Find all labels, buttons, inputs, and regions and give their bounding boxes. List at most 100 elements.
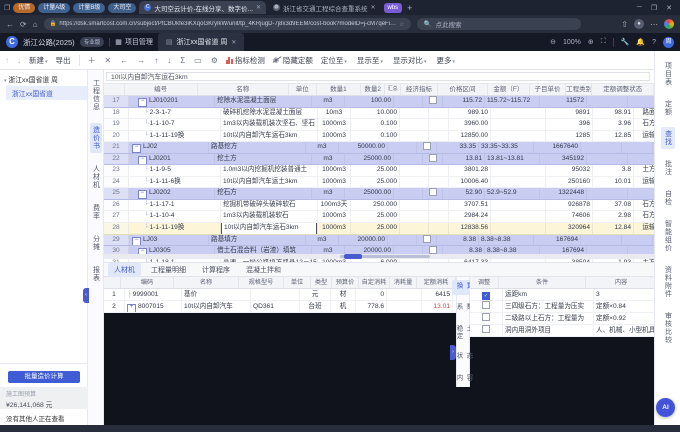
right-tab-批注[interactable]: 批注	[661, 157, 675, 179]
collapse-up-icon[interactable]: ↑	[5, 56, 9, 65]
adjust-checkbox[interactable]: ✓	[482, 292, 490, 300]
table-row[interactable]: 24└1-1-11-6换10t以内自卸汽车运土3km1000m325.00010…	[104, 177, 654, 189]
right-tab-定额[interactable]: 定额	[661, 97, 675, 119]
dropdown-3[interactable]: 更多▾	[436, 55, 455, 66]
adjust-checkbox[interactable]	[482, 325, 490, 333]
adjust-row[interactable]: ✓运距km3	[470, 289, 654, 301]
left-tab-造价书[interactable]: 造价书	[90, 123, 102, 153]
bottom-tab-工程量明细[interactable]: 工程量明细	[145, 263, 192, 277]
table-row[interactable]: 28└1-1-11-19换10t以内自卸汽车运石3km1000m325.0001…	[104, 223, 654, 235]
bottom-tab-计算程序[interactable]: 计算程序	[196, 263, 236, 277]
move-down-icon[interactable]: ↓	[167, 56, 171, 65]
export-button[interactable]: 导出	[56, 55, 71, 66]
adjust-checkbox[interactable]	[482, 313, 490, 321]
settings-icon[interactable]: ⚙	[211, 56, 218, 65]
document-tab[interactable]: ▤ 浙江xx国省道 周 ✕	[158, 33, 245, 51]
add-row-icon[interactable]: ＋	[88, 55, 96, 66]
table-row[interactable]: 21−LJ02路基挖方m350000.0033.3533.35~33.35166…	[104, 142, 654, 154]
collapse-down-icon[interactable]: ↓	[17, 56, 21, 65]
app-logo[interactable]: C	[6, 36, 18, 48]
hide-quota-button[interactable]: 隐藏定额	[273, 55, 313, 66]
left-tab-报表[interactable]: 报表	[90, 263, 102, 285]
table-row[interactable]: 18└2-3-1-7破碎机挖除水泥混凝土面层10m310.000989.1098…	[104, 108, 654, 120]
expand-icon[interactable]: −	[138, 190, 147, 199]
row-checkbox[interactable]	[429, 188, 437, 196]
scrollbar-thumb[interactable]	[344, 254, 362, 259]
back-icon[interactable]: ←	[6, 20, 14, 29]
table-row[interactable]: 26└1-1-17-1挖掘机带破碎头破碎软石100m3天250.0003707.…	[104, 200, 654, 212]
expand-icon[interactable]: −	[138, 98, 147, 107]
new-button[interactable]: 新建▾	[29, 55, 48, 66]
close-document-icon[interactable]: ✕	[231, 39, 236, 46]
row-checkbox[interactable]	[423, 142, 431, 150]
batch-calc-button[interactable]: 批量造价计算	[8, 371, 80, 383]
horizontal-scrollbar[interactable]	[104, 254, 654, 259]
tab-group-pill[interactable]: 大司空	[108, 3, 136, 13]
tree-root-item[interactable]: ▾ 浙江xx国省道 周	[0, 70, 87, 86]
row-checkbox[interactable]	[423, 235, 431, 243]
adjust-row[interactable]: 二级路以上石方：工程量为定额×0.92	[470, 313, 654, 325]
table-row[interactable]: 25−LJ0202挖石方m325000.0052.9052.9~52.91322…	[104, 188, 654, 200]
expand-icon[interactable]: −	[138, 156, 147, 165]
move-up-icon[interactable]: ↑	[154, 56, 158, 65]
table-row[interactable]: 17−LJ010201挖除水泥混凝土面层m3100.00115.72115.72…	[104, 96, 654, 108]
name-edit-box[interactable]: 10t以内自卸汽车运石3km	[221, 223, 317, 234]
tree-child-item-selected[interactable]: 浙江xx国省道	[6, 86, 87, 100]
dropdown-2[interactable]: 显示对比▾	[393, 55, 427, 66]
adjust-tab-内容[interactable]: 内容	[452, 372, 474, 387]
bell-icon[interactable]: 🔔	[636, 38, 645, 46]
formula-input[interactable]: 10t以内自卸汽车运石3km	[106, 72, 650, 81]
tab-group-wbs[interactable]: wbs	[384, 3, 403, 13]
url-field[interactable]: 🔒 https://dsk.smartcost.com.cn/subject/P…	[44, 18, 411, 30]
ai-assistant-button[interactable]: AI	[656, 398, 675, 417]
adjust-row[interactable]: 三四级石方：工程量为压实定额×0.84	[470, 301, 654, 313]
delete-row-icon[interactable]: ✕	[105, 56, 112, 65]
redo-icon[interactable]: →	[137, 56, 145, 65]
download-icon[interactable]: ⇧	[621, 20, 628, 29]
browser-tab[interactable]: C大司空云计价-在线分享、数字价...✕	[139, 1, 266, 14]
bottom-tab-混凝土拌和[interactable]: 混凝土拌和	[240, 263, 287, 277]
project-management-menu[interactable]: ▦ 项目管理	[115, 37, 153, 47]
tab-group-pill[interactable]: 优情	[13, 3, 35, 13]
bottom-tab-人材机[interactable]: 人材机	[108, 263, 141, 277]
tab-group-pill[interactable]: 计量A级	[38, 3, 70, 13]
zoom-in-icon[interactable]: ⊕	[588, 38, 594, 46]
right-tab-审核比较[interactable]: 审核比较	[661, 309, 675, 347]
save-icon[interactable]: ▭	[194, 56, 202, 65]
table-row[interactable]: 19└1-1-10-71m3以内装载机装次坚石、坚石1000m30.100396…	[104, 119, 654, 131]
table-row[interactable]: 20└1-1-11-19换10t以内自卸汽车运石3km1000m30.10012…	[104, 131, 654, 143]
undo-icon[interactable]: ←	[120, 56, 128, 65]
tab-group-pill[interactable]: 计量B级	[73, 3, 105, 13]
table-row[interactable]: 23└1-1-9-51.0m3以内挖掘机挖装普通土1000m325.000380…	[104, 165, 654, 177]
right-tab-查找[interactable]: 查找	[661, 127, 675, 149]
right-tab-智能组价[interactable]: 智能组价	[661, 217, 675, 255]
expand-plus-icon[interactable]: +	[127, 304, 136, 312]
expand-icon[interactable]: −	[132, 144, 141, 153]
left-tab-工程信息[interactable]: 工程信息	[90, 76, 102, 114]
adjust-row[interactable]: 洞内用洞外项目人、机械、小型机具	[470, 325, 654, 337]
dropdown-1[interactable]: 显示至▾	[357, 55, 383, 66]
right-tab-自检[interactable]: 自检	[661, 187, 675, 209]
bookmark-star-icon[interactable]: ☆	[399, 21, 404, 28]
left-tab-费率[interactable]: 费率	[90, 201, 102, 223]
user-avatar[interactable]: 周	[663, 37, 674, 48]
table-row[interactable]: 22−LJ0201挖土方m325000.0013.8113.81~13.8134…	[104, 154, 654, 166]
tools-icon[interactable]: 🔧	[621, 38, 630, 46]
sum-icon[interactable]: Σ	[180, 56, 185, 65]
home-icon[interactable]: ⌂	[33, 20, 38, 29]
resource-row[interactable]: 2+800701510t以内自卸汽车QD361台班机778.613.018.45…	[104, 301, 456, 313]
adjust-checkbox[interactable]	[482, 301, 490, 309]
search-box[interactable]: 🔍 点此搜索	[417, 18, 581, 30]
left-tab-人材机[interactable]: 人材机	[90, 162, 102, 192]
browser-tab[interactable]: ◍浙江省交通工程综合查重系统✕	[268, 1, 381, 14]
refresh-icon[interactable]: ⟳	[20, 20, 27, 29]
restore-button[interactable]: ❐	[651, 4, 657, 12]
browser-logo-icon[interactable]	[664, 19, 674, 29]
right-tab-项目表[interactable]: 项目表	[661, 59, 675, 89]
row-checkbox[interactable]	[429, 96, 437, 104]
row-checkbox[interactable]	[429, 154, 437, 162]
dropdown-0[interactable]: 定位至▾	[321, 55, 347, 66]
menu-ellipsis-icon[interactable]: ⋯	[650, 20, 658, 29]
table-row[interactable]: 29−LJ03路基填方m320000.008.388.38~8.38167694	[104, 235, 654, 247]
fullscreen-icon[interactable]: ⛶	[601, 38, 606, 46]
